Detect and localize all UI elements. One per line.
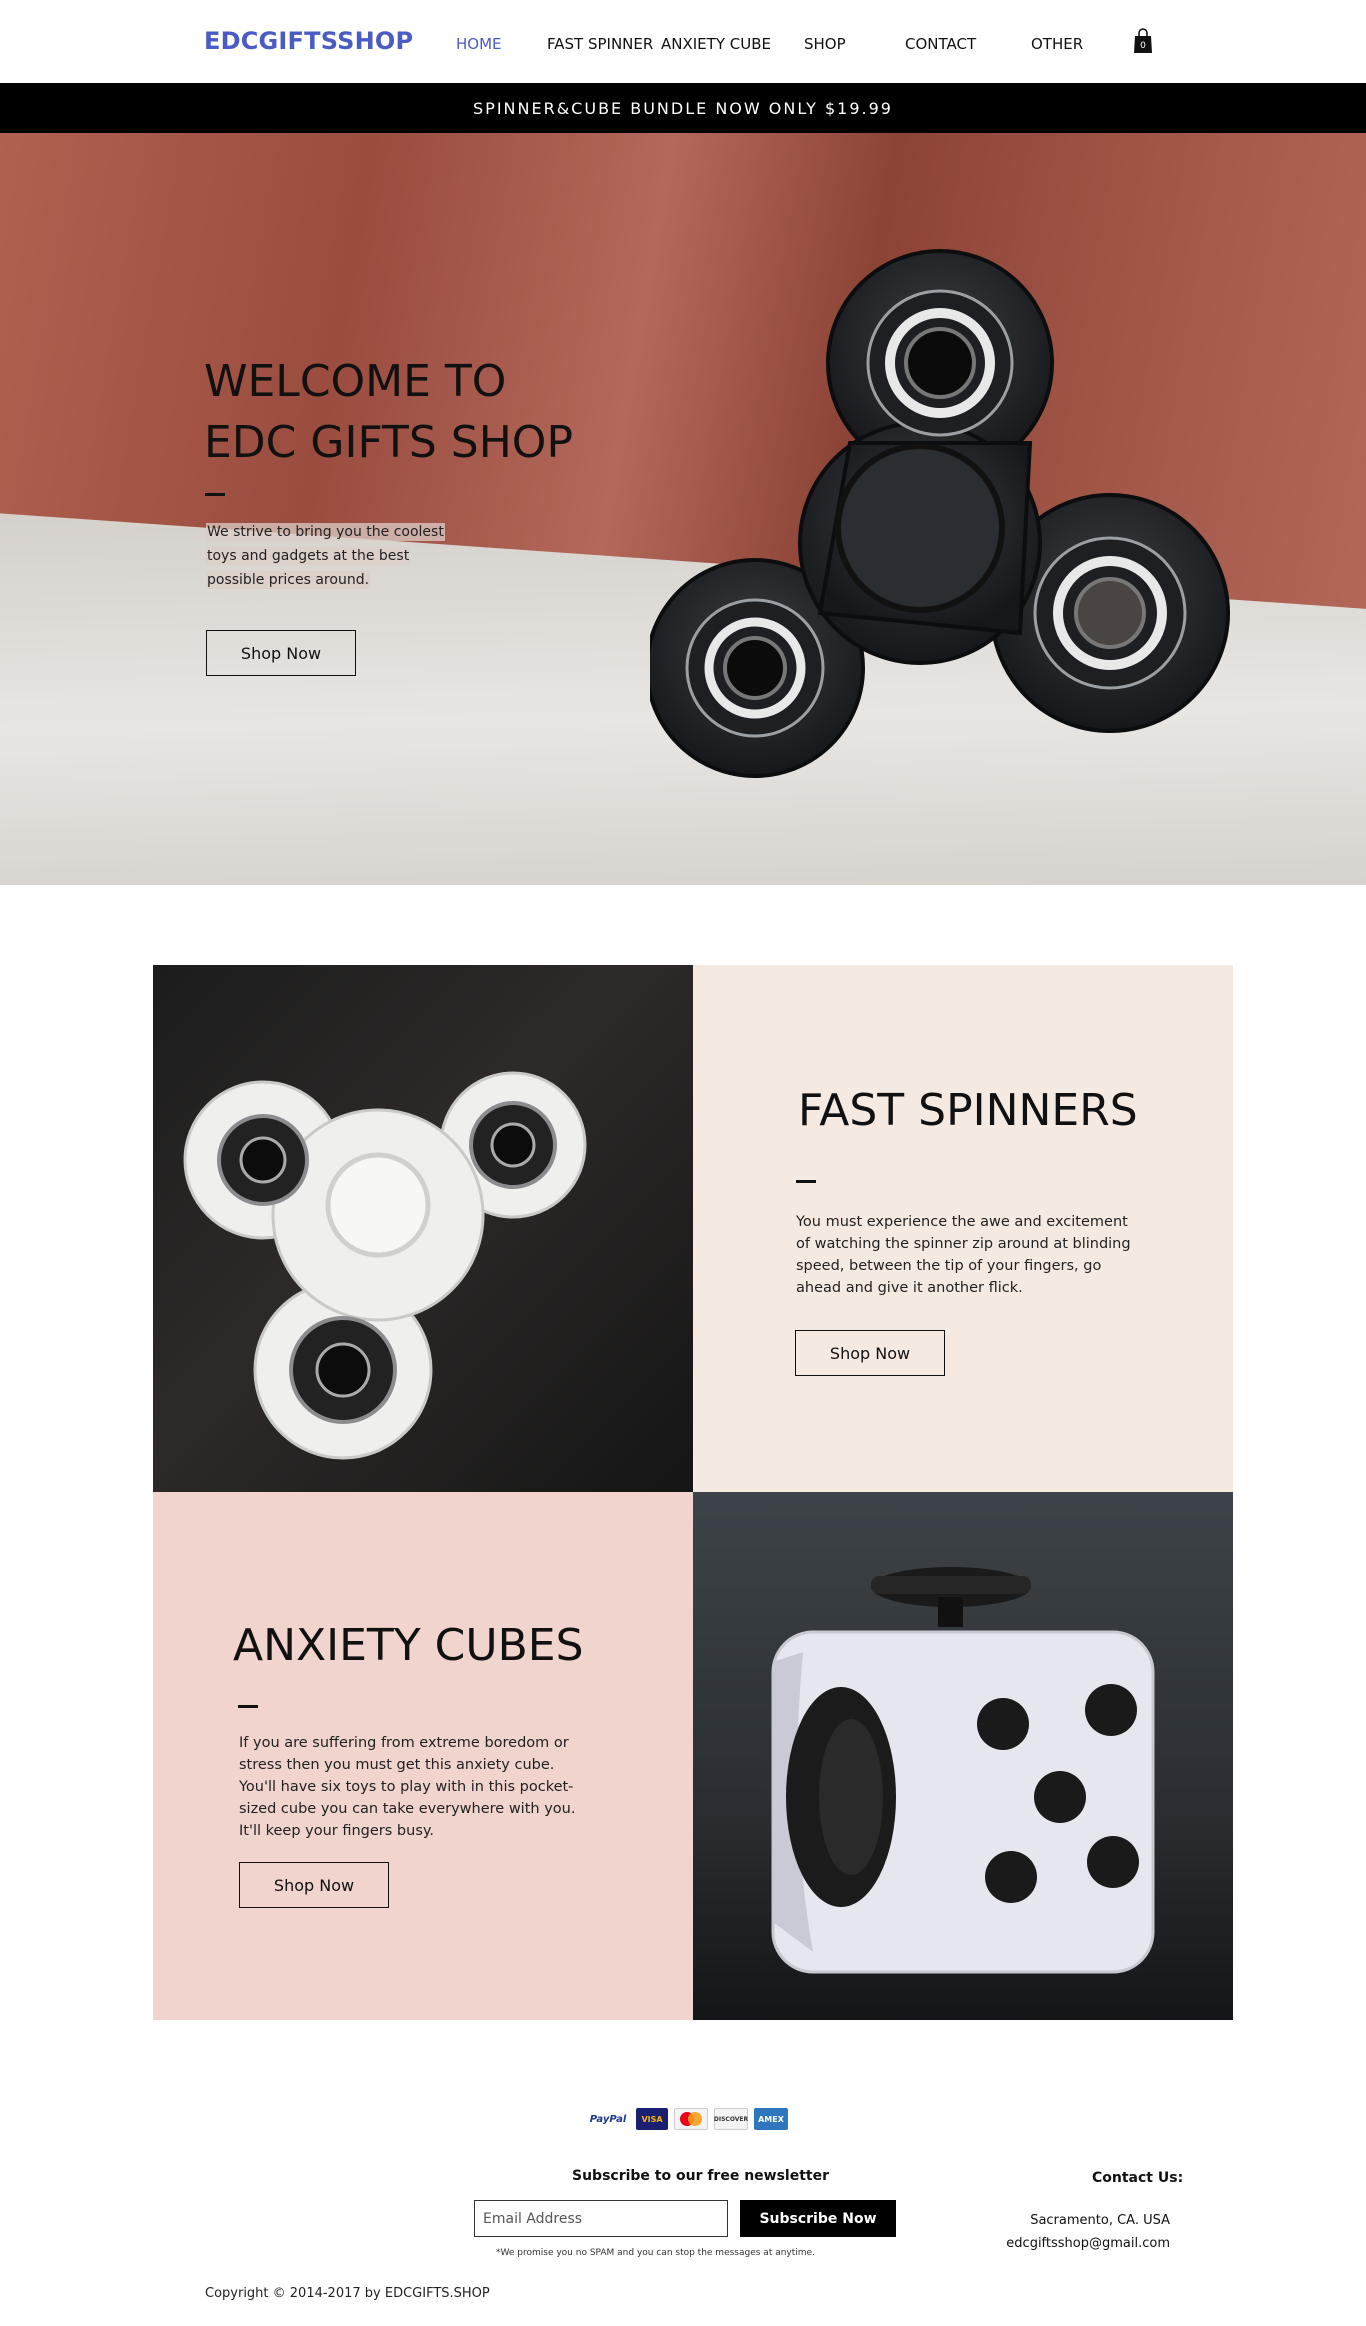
spinner-divider	[796, 1180, 816, 1183]
cube-divider	[238, 1705, 258, 1708]
hero-spinner-image	[650, 249, 1230, 778]
cube-image-tile	[693, 1492, 1233, 2020]
hero-section: WELCOME TO EDC GIFTS SHOP We strive to b…	[0, 133, 1366, 885]
hero-title-line1: WELCOME TO	[204, 356, 507, 407]
discover-icon: DISCOVER	[714, 2108, 748, 2130]
cube-description: If you are suffering from extreme boredo…	[239, 1735, 576, 1839]
contact-email[interactable]: edcgiftsshop@gmail.com	[1006, 2236, 1170, 2251]
hero-description-text: We strive to bring you the coolest toys …	[206, 523, 445, 589]
hero-description: We strive to bring you the coolest toys …	[206, 520, 466, 592]
spinner-info-tile: FAST SPINNERS You must experience the aw…	[693, 965, 1233, 1492]
subscribe-button[interactable]: Subscribe Now	[740, 2200, 896, 2237]
site-logo[interactable]: EDCGIFTSSHOP	[204, 27, 413, 55]
announcement-text: SPINNER&CUBE BUNDLE NOW ONLY $19.99	[473, 98, 893, 118]
spinner-image-tile	[153, 965, 693, 1492]
site-header: EDCGIFTSSHOP HOME FAST SPINNER ANXIETY C…	[0, 0, 1366, 83]
hero-title: WELCOME TO EDC GIFTS SHOP	[204, 351, 573, 473]
paypal-icon: PayPal	[589, 2113, 627, 2125]
hero-divider	[205, 493, 225, 496]
copyright: Copyright © 2014-2017 by EDCGIFTS.SHOP	[205, 2286, 490, 2301]
payment-methods: PayPal VISA DISCOVER AMEX	[586, 2108, 788, 2130]
hero-title-line2: EDC GIFTS SHOP	[204, 417, 573, 468]
nav-other[interactable]: OTHER	[1031, 35, 1083, 53]
contact-title: Contact Us:	[1092, 2170, 1184, 2186]
white-spinner-image	[183, 1071, 587, 1460]
amex-icon: AMEX	[754, 2108, 788, 2130]
nav-shop[interactable]: SHOP	[804, 35, 846, 53]
nav-fast-spinner[interactable]: FAST SPINNER	[547, 35, 653, 53]
contact-address: Sacramento, CA. USA	[1030, 2213, 1170, 2228]
spam-note: *We promise you no SPAM and you can stop…	[496, 2248, 815, 2258]
mastercard-icon	[674, 2108, 708, 2130]
newsletter-title: Subscribe to our free newsletter	[572, 2168, 830, 2184]
cube-shop-now-button[interactable]: Shop Now	[239, 1862, 389, 1908]
cube-info-tile: ANXIETY CUBES If you are suffering from …	[153, 1492, 693, 2020]
nav-anxiety-cube[interactable]: ANXIETY CUBE	[661, 35, 771, 53]
cart-icon[interactable]: 0	[1133, 28, 1153, 54]
spinner-shop-now-button[interactable]: Shop Now	[795, 1330, 945, 1376]
announcement-bar: SPINNER&CUBE BUNDLE NOW ONLY $19.99	[0, 83, 1366, 133]
fidget-cube-image	[771, 1567, 1155, 1974]
visa-icon: VISA	[636, 2108, 668, 2130]
spinner-title: FAST SPINNERS	[798, 1085, 1138, 1136]
nav-home[interactable]: HOME	[456, 35, 502, 53]
spinner-description: You must experience the awe and exciteme…	[796, 1214, 1131, 1296]
cart-count: 0	[1140, 41, 1146, 51]
cube-title: ANXIETY CUBES	[233, 1620, 584, 1671]
hero-shop-now-button[interactable]: Shop Now	[206, 630, 356, 676]
newsletter-email-input[interactable]	[474, 2200, 728, 2237]
nav-contact[interactable]: CONTACT	[905, 35, 976, 53]
